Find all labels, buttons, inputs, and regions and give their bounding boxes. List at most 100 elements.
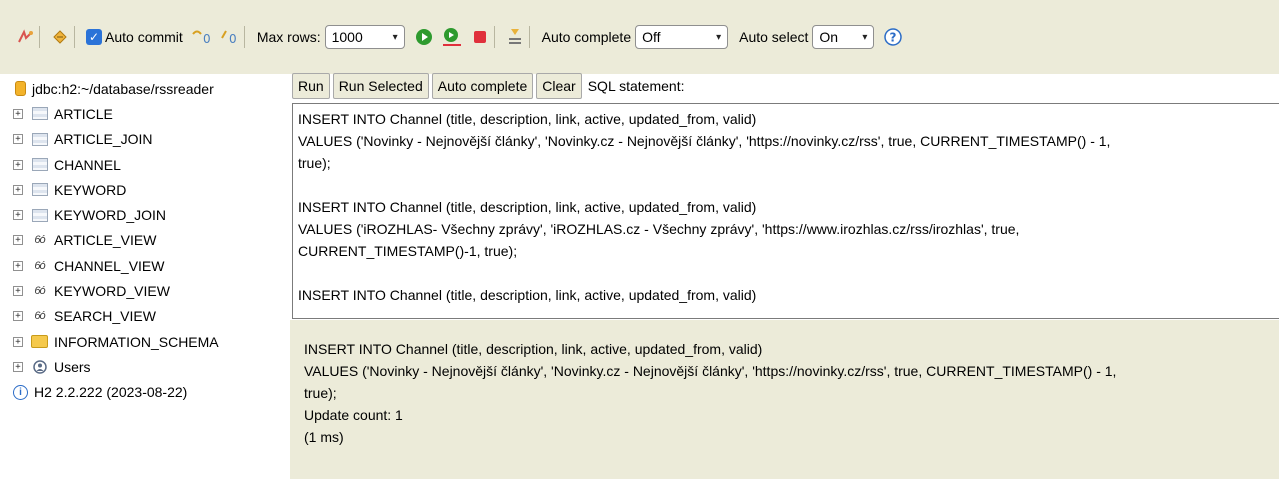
table-icon <box>31 208 48 222</box>
max-rows-control: Max rows: 1000 ▾ <box>254 25 405 49</box>
database-icon <box>15 81 26 97</box>
version-node: i H2 2.2.222 (2023-08-22) <box>0 380 290 405</box>
expand-icon[interactable]: + <box>13 336 23 347</box>
sql-line: VALUES ('Novinky - Nejnovější články', '… <box>298 133 1111 149</box>
sql-line: INSERT INTO Channel (title, description,… <box>298 111 757 127</box>
auto-complete-control: Auto complete Off ▾ <box>539 25 729 49</box>
view-icon: 6ó <box>34 285 45 298</box>
tree-item-information-schema[interactable]: + INFORMATION_SCHEMA <box>0 329 290 354</box>
run-button[interactable]: Run <box>292 73 330 99</box>
expand-icon[interactable]: + <box>13 235 23 246</box>
auto-select-value: On <box>819 29 839 45</box>
svg-text:0: 0 <box>203 32 211 46</box>
auto-complete-value: Off <box>642 29 661 45</box>
tree-item-search-view[interactable]: + 6ó SEARCH_VIEW <box>0 304 290 329</box>
view-icon: 6ó <box>34 259 45 272</box>
expand-icon[interactable]: + <box>13 361 23 372</box>
tree-item-channel-view[interactable]: + 6ó CHANNEL_VIEW <box>0 253 290 278</box>
result-line: INSERT INTO Channel (title, description,… <box>304 341 763 357</box>
info-icon: i <box>13 384 28 400</box>
auto-complete-select[interactable]: Off ▾ <box>635 25 729 49</box>
table-icon <box>31 183 48 197</box>
tree-item-label: CHANNEL_VIEW <box>54 257 165 274</box>
tree-item-keyword[interactable]: + KEYWORD <box>0 177 290 202</box>
expand-icon[interactable]: + <box>13 108 23 119</box>
tree-item-label: ARTICLE_VIEW <box>54 232 157 249</box>
table-icon <box>31 132 48 146</box>
expand-icon[interactable]: + <box>13 286 23 297</box>
expand-icon[interactable]: + <box>13 311 23 322</box>
svg-text:?: ? <box>890 31 897 45</box>
sql-panel: Run Run Selected Auto complete Clear SQL… <box>290 73 1279 320</box>
toolbar-separator <box>528 26 530 48</box>
toolbar: ✓ Auto commit 0 0 Max rows: 1000 ▾ Auto … <box>0 0 1279 74</box>
run-selected-button[interactable]: Run Selected <box>332 73 429 99</box>
auto-commit-checkbox[interactable]: ✓ <box>86 29 102 45</box>
users-icon <box>31 360 48 374</box>
run-selected-icon[interactable] <box>441 26 463 48</box>
sql-editor[interactable]: INSERT INTO Channel (title, description,… <box>292 103 1279 319</box>
help-icon[interactable]: ? <box>882 26 904 48</box>
expand-icon[interactable]: + <box>13 134 23 145</box>
sql-statement-label: SQL statement: <box>587 78 685 94</box>
auto-complete-button[interactable]: Auto complete <box>431 73 534 99</box>
commit-icon[interactable]: 0 <box>191 26 213 48</box>
tree-item-keyword-view[interactable]: + 6ó KEYWORD_VIEW <box>0 278 290 303</box>
sql-button-bar: Run Run Selected Auto complete Clear SQL… <box>292 73 685 99</box>
auto-select-control: Auto select On ▾ <box>736 25 875 49</box>
history-icon[interactable] <box>504 26 526 48</box>
chevron-down-icon: ▾ <box>716 31 722 43</box>
tree-item-channel[interactable]: + CHANNEL <box>0 152 290 177</box>
schema-tree: jdbc:h2:~/database/rssreader + ARTICLE +… <box>0 74 290 479</box>
auto-commit-toggle[interactable]: ✓ Auto commit <box>84 29 183 45</box>
toolbar-separator <box>39 26 40 48</box>
execution-time: (1 ms) <box>304 429 344 445</box>
tree-item-users[interactable]: + Users <box>0 354 290 379</box>
tree-item-article-join[interactable]: + ARTICLE_JOIN <box>0 127 290 152</box>
max-rows-select[interactable]: 1000 ▾ <box>324 25 405 49</box>
update-count: Update count: 1 <box>304 407 403 423</box>
stop-icon[interactable] <box>469 26 491 48</box>
disconnect-icon[interactable] <box>49 26 71 48</box>
auto-complete-label: Auto complete <box>541 29 632 45</box>
expand-icon[interactable]: + <box>13 184 23 195</box>
sql-line: CURRENT_TIMESTAMP()-1, true); <box>298 243 518 259</box>
refresh-icon[interactable] <box>14 26 36 48</box>
svg-text:0: 0 <box>229 32 237 46</box>
version-label: H2 2.2.222 (2023-08-22) <box>34 384 188 401</box>
run-icon[interactable] <box>413 26 435 48</box>
tree-item-label: KEYWORD <box>54 181 127 198</box>
table-icon <box>31 158 48 172</box>
tree-item-label: INFORMATION_SCHEMA <box>54 333 219 350</box>
result-line: VALUES ('Novinky - Nejnovější články', '… <box>304 363 1117 379</box>
connection-node[interactable]: jdbc:h2:~/database/rssreader <box>0 76 290 101</box>
tree-item-label: CHANNEL <box>54 156 121 173</box>
tree-item-label: Users <box>54 358 91 375</box>
max-rows-value: 1000 <box>331 29 363 45</box>
auto-select-label: Auto select <box>739 29 809 45</box>
tree-item-keyword-join[interactable]: + KEYWORD_JOIN <box>0 202 290 227</box>
tree-item-article-view[interactable]: + 6ó ARTICLE_VIEW <box>0 228 290 253</box>
tree-item-label: ARTICLE <box>54 105 113 122</box>
expand-icon[interactable]: + <box>13 210 23 221</box>
tree-item-article[interactable]: + ARTICLE <box>0 101 290 126</box>
sql-line <box>298 174 1275 196</box>
tree-item-label: KEYWORD_JOIN <box>54 207 167 224</box>
tree-item-label: ARTICLE_JOIN <box>54 131 153 148</box>
auto-commit-label: Auto commit <box>105 29 183 45</box>
toolbar-separator <box>243 26 245 48</box>
toolbar-separator <box>493 26 495 48</box>
tree-item-label: SEARCH_VIEW <box>54 308 156 325</box>
view-icon: 6ó <box>34 310 45 323</box>
result-panel: INSERT INTO Channel (title, description,… <box>290 320 1279 479</box>
expand-icon[interactable]: + <box>13 159 23 170</box>
connection-label: jdbc:h2:~/database/rssreader <box>32 80 214 97</box>
toolbar-separator <box>74 26 75 48</box>
chevron-down-icon: ▾ <box>862 31 868 43</box>
clear-button[interactable]: Clear <box>536 73 582 99</box>
result-line: true); <box>304 385 337 401</box>
sql-line: INSERT INTO Channel (title, description,… <box>298 199 757 215</box>
expand-icon[interactable]: + <box>13 260 23 271</box>
rollback-icon[interactable]: 0 <box>219 26 241 48</box>
auto-select-select[interactable]: On ▾ <box>812 25 875 49</box>
